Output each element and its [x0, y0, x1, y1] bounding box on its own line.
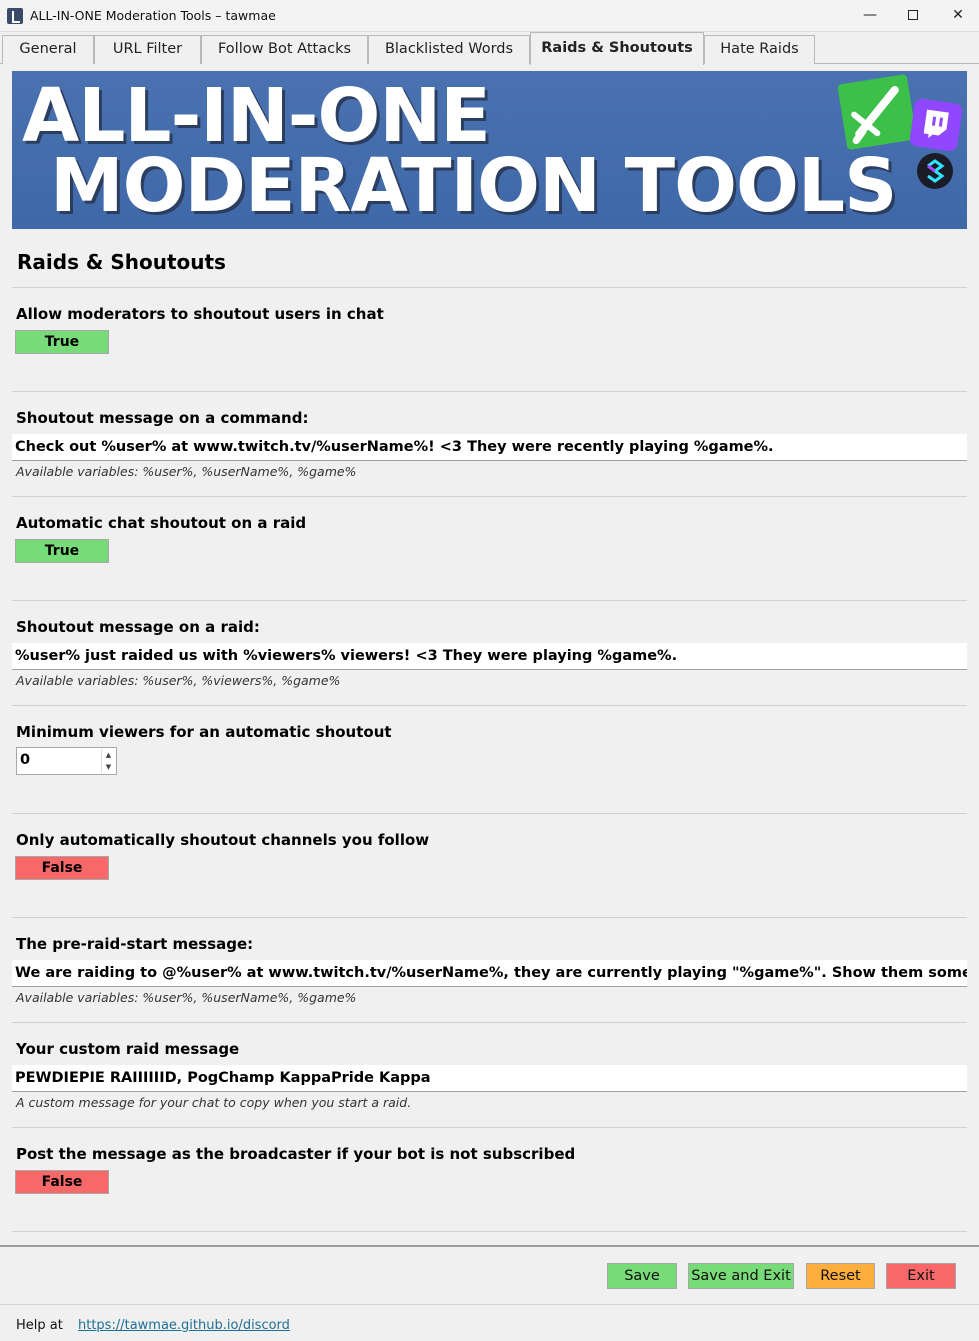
help-label: Help at [16, 1318, 63, 1333]
auto-shoutout-label: Automatic chat shoutout on a raid [16, 514, 307, 532]
raid-message-input[interactable]: %user% just raided us with %viewers% vie… [12, 643, 967, 670]
mod-shoutout-label: Allow moderators to shoutout users in ch… [16, 305, 384, 323]
raid-message-hint: Available variables: %user%, %viewers%, … [16, 673, 341, 688]
title-bar: ALL-IN-ONE Moderation Tools – tawmae — ✕ [0, 0, 979, 32]
pre-raid-input[interactable]: We are raiding to @%user% at www.twitch.… [12, 960, 967, 987]
save-and-exit-button[interactable]: Save and Exit [688, 1263, 794, 1289]
post-broadcaster-label: Post the message as the broadcaster if y… [16, 1145, 576, 1163]
exit-button[interactable]: Exit [886, 1263, 956, 1289]
page-title: Raids & Shoutouts [17, 250, 226, 274]
save-button[interactable]: Save [607, 1263, 677, 1289]
tab-follow-bot-attacks[interactable]: Follow Bot Attacks [201, 35, 368, 64]
mod-shoutout-toggle[interactable]: True [15, 330, 109, 354]
custom-raid-hint: A custom message for your chat to copy w… [16, 1095, 412, 1110]
sword-icon [837, 73, 917, 151]
spin-up-icon[interactable]: ▲ [101, 749, 115, 761]
window-title: ALL-IN-ONE Moderation Tools – tawmae [30, 8, 276, 23]
app-icon [7, 8, 23, 24]
custom-raid-input[interactable]: PEWDIEPIE RAIIIIIID, PogChamp KappaPride… [12, 1065, 967, 1092]
minimize-button[interactable]: — [847, 0, 893, 32]
tab-url-filter[interactable]: URL Filter [94, 35, 201, 64]
maximize-button[interactable] [890, 0, 936, 32]
divider [12, 917, 967, 918]
command-message-input[interactable]: Check out %user% at www.twitch.tv/%userN… [12, 434, 967, 461]
post-broadcaster-toggle[interactable]: False [15, 1170, 109, 1194]
discord-link[interactable]: https://tawmae.github.io/discord [78, 1318, 290, 1333]
divider [12, 391, 967, 392]
only-followed-label: Only automatically shoutout channels you… [16, 831, 430, 849]
tab-raids-shoutouts[interactable]: Raids & Shoutouts [530, 32, 704, 65]
divider [12, 600, 967, 601]
reset-button[interactable]: Reset [806, 1263, 875, 1289]
tab-general[interactable]: General [2, 35, 94, 64]
divider [12, 1231, 967, 1232]
streamer-bot-icon [917, 153, 953, 189]
only-followed-toggle[interactable]: False [15, 856, 109, 880]
divider [12, 705, 967, 706]
tab-blacklisted-words[interactable]: Blacklisted Words [368, 35, 530, 64]
banner: ALL-IN-ONE MODERATION TOOLS [12, 71, 967, 229]
command-message-hint: Available variables: %user%, %userName%,… [16, 464, 357, 479]
divider [12, 1022, 967, 1023]
min-viewers-label: Minimum viewers for an automatic shoutou… [16, 723, 392, 741]
divider [12, 1127, 967, 1128]
raid-message-label: Shoutout message on a raid: [16, 618, 260, 636]
auto-shoutout-toggle[interactable]: True [15, 539, 109, 563]
min-viewers-stepper[interactable]: 0 ▲ ▼ [16, 747, 117, 775]
divider [12, 813, 967, 814]
tab-bar: General URL Filter Follow Bot Attacks Bl… [0, 32, 979, 65]
divider [12, 287, 967, 288]
divider [12, 496, 967, 497]
min-viewers-value: 0 [20, 752, 31, 768]
maximize-icon [908, 10, 918, 20]
twitch-icon [908, 97, 964, 153]
close-button[interactable]: ✕ [935, 0, 979, 32]
banner-title-line2: MODERATION TOOLS [50, 143, 897, 229]
pre-raid-label: The pre-raid-start message: [16, 935, 254, 953]
tab-hate-raids[interactable]: Hate Raids [704, 35, 815, 64]
command-message-label: Shoutout message on a command: [16, 409, 309, 427]
custom-raid-label: Your custom raid message [16, 1040, 240, 1058]
spin-down-icon[interactable]: ▼ [101, 761, 115, 773]
pre-raid-hint: Available variables: %user%, %userName%,… [16, 990, 357, 1005]
footer-divider [0, 1245, 979, 1247]
help-divider [0, 1304, 979, 1305]
